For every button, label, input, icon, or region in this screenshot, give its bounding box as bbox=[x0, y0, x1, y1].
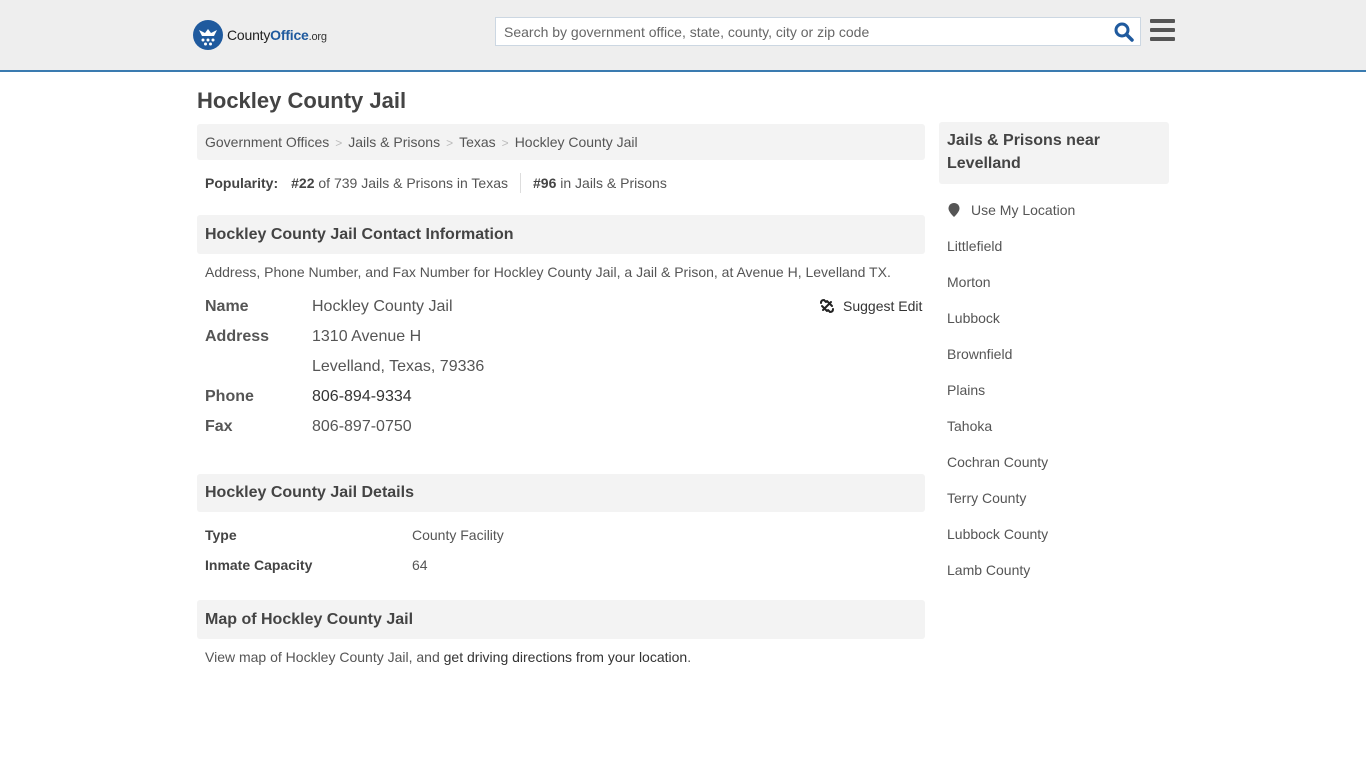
suggest-edit-button[interactable]: Suggest Edit bbox=[819, 298, 922, 314]
national-rank: #96 bbox=[533, 175, 557, 191]
detail-value: 64 bbox=[412, 557, 428, 573]
breadcrumb-current[interactable]: Hockley County Jail bbox=[515, 134, 638, 150]
nearby-link-littlefield[interactable]: Littlefield bbox=[947, 238, 1002, 254]
nearby-link-cochran-county[interactable]: Cochran County bbox=[947, 454, 1048, 470]
map-text-end: . bbox=[687, 649, 692, 665]
fax-label: Fax bbox=[205, 418, 233, 435]
list-item: Lamb County bbox=[947, 562, 1048, 598]
eagle-logo-icon bbox=[193, 20, 223, 50]
nearby-link-brownfield[interactable]: Brownfield bbox=[947, 346, 1012, 362]
nearby-link-terry-county[interactable]: Terry County bbox=[947, 490, 1026, 506]
map-description: View map of Hockley County Jail, and get… bbox=[205, 649, 691, 665]
name-label: Name bbox=[205, 298, 249, 315]
popularity-bar: Popularity: #22 of 739 Jails & Prisons i… bbox=[205, 173, 667, 193]
top-header: CountyOffice.org bbox=[0, 0, 1366, 72]
detail-label: Type bbox=[205, 527, 237, 543]
list-item: Tahoka bbox=[947, 418, 1048, 454]
nearby-link-lamb-county[interactable]: Lamb County bbox=[947, 562, 1030, 578]
breadcrumb-jails-prisons[interactable]: Jails & Prisons bbox=[348, 134, 440, 150]
contact-row-fax: Fax 806-897-0750 bbox=[205, 418, 412, 436]
contact-row-address-2: Levelland, Texas, 79336 bbox=[205, 358, 484, 376]
list-item: Terry County bbox=[947, 490, 1048, 526]
use-location-item[interactable]: Use My Location bbox=[947, 202, 1075, 218]
driving-directions-link[interactable]: get driving directions from your locatio… bbox=[444, 649, 688, 665]
chevron-right-icon: > bbox=[335, 136, 343, 150]
breadcrumb: Government Offices > Jails & Prisons > Texas… bbox=[197, 124, 925, 160]
search-box bbox=[495, 17, 1141, 46]
list-item: Brownfield bbox=[947, 346, 1048, 382]
chevron-right-icon: > bbox=[446, 136, 454, 150]
suggest-edit-link[interactable]: Suggest Edit bbox=[843, 298, 922, 314]
fax-value: 806-897-0750 bbox=[312, 418, 412, 435]
breadcrumb-texas[interactable]: Texas bbox=[459, 134, 496, 150]
chevron-right-icon: > bbox=[501, 136, 509, 150]
list-item: Plains bbox=[947, 382, 1048, 418]
national-rank-text: in Jails & Prisons bbox=[560, 175, 667, 191]
address-label: Address bbox=[205, 328, 270, 345]
phone-label: Phone bbox=[205, 388, 254, 405]
site-logo[interactable]: CountyOffice.org bbox=[193, 20, 327, 50]
popularity-label: Popularity: bbox=[205, 175, 279, 191]
detail-value: County Facility bbox=[412, 527, 504, 543]
address-line2: Levelland, Texas, 79336 bbox=[312, 358, 485, 375]
details-heading: Hockley County Jail Details bbox=[197, 474, 925, 512]
address-line1: 1310 Avenue H bbox=[312, 328, 422, 345]
search-icon[interactable] bbox=[1114, 22, 1134, 42]
contact-intro: Address, Phone Number, and Fax Number fo… bbox=[205, 264, 891, 280]
contact-row-phone: Phone 806-894-9334 bbox=[205, 388, 412, 406]
list-item: Morton bbox=[947, 274, 1048, 310]
detail-label: Inmate Capacity bbox=[205, 557, 313, 573]
contact-row-address: Address 1310 Avenue H bbox=[205, 328, 421, 346]
sidebar-heading: Jails & Prisons near Levelland bbox=[939, 122, 1169, 184]
map-text: View map of Hockley County Jail, and bbox=[205, 649, 444, 665]
map-pin-icon bbox=[948, 203, 960, 217]
contact-row-name: Name Hockley County Jail bbox=[205, 298, 453, 316]
contact-heading: Hockley County Jail Contact Information bbox=[197, 215, 925, 254]
phone-link[interactable]: 806-894-9334 bbox=[312, 388, 412, 405]
map-heading: Map of Hockley County Jail bbox=[197, 600, 925, 639]
list-item: Lubbock County bbox=[947, 526, 1048, 562]
breadcrumb-government-offices[interactable]: Government Offices bbox=[205, 134, 329, 150]
name-value: Hockley County Jail bbox=[312, 298, 453, 315]
hamburger-menu-icon[interactable] bbox=[1150, 19, 1175, 41]
list-item: Cochran County bbox=[947, 454, 1048, 490]
nearby-link-lubbock-county[interactable]: Lubbock County bbox=[947, 526, 1048, 542]
detail-row: Inmate Capacity 64 bbox=[205, 557, 428, 573]
nearby-list: Littlefield Morton Lubbock Brownfield Pl… bbox=[947, 238, 1048, 598]
nearby-link-plains[interactable]: Plains bbox=[947, 382, 985, 398]
list-item: Lubbock bbox=[947, 310, 1048, 346]
use-my-location-link[interactable]: Use My Location bbox=[971, 202, 1075, 218]
list-item: Littlefield bbox=[947, 238, 1048, 274]
state-rank: #22 bbox=[291, 175, 315, 191]
divider bbox=[520, 173, 521, 193]
nearby-link-lubbock[interactable]: Lubbock bbox=[947, 310, 1000, 326]
nearby-link-tahoka[interactable]: Tahoka bbox=[947, 418, 992, 434]
detail-row: Type County Facility bbox=[205, 527, 504, 543]
broken-link-icon bbox=[820, 298, 834, 314]
state-rank-text: of 739 Jails & Prisons in Texas bbox=[318, 175, 508, 191]
search-input[interactable] bbox=[496, 18, 1106, 45]
nearby-link-morton[interactable]: Morton bbox=[947, 274, 991, 290]
logo-wordmark: CountyOffice.org bbox=[227, 27, 327, 43]
page-title: Hockley County Jail bbox=[197, 88, 407, 113]
